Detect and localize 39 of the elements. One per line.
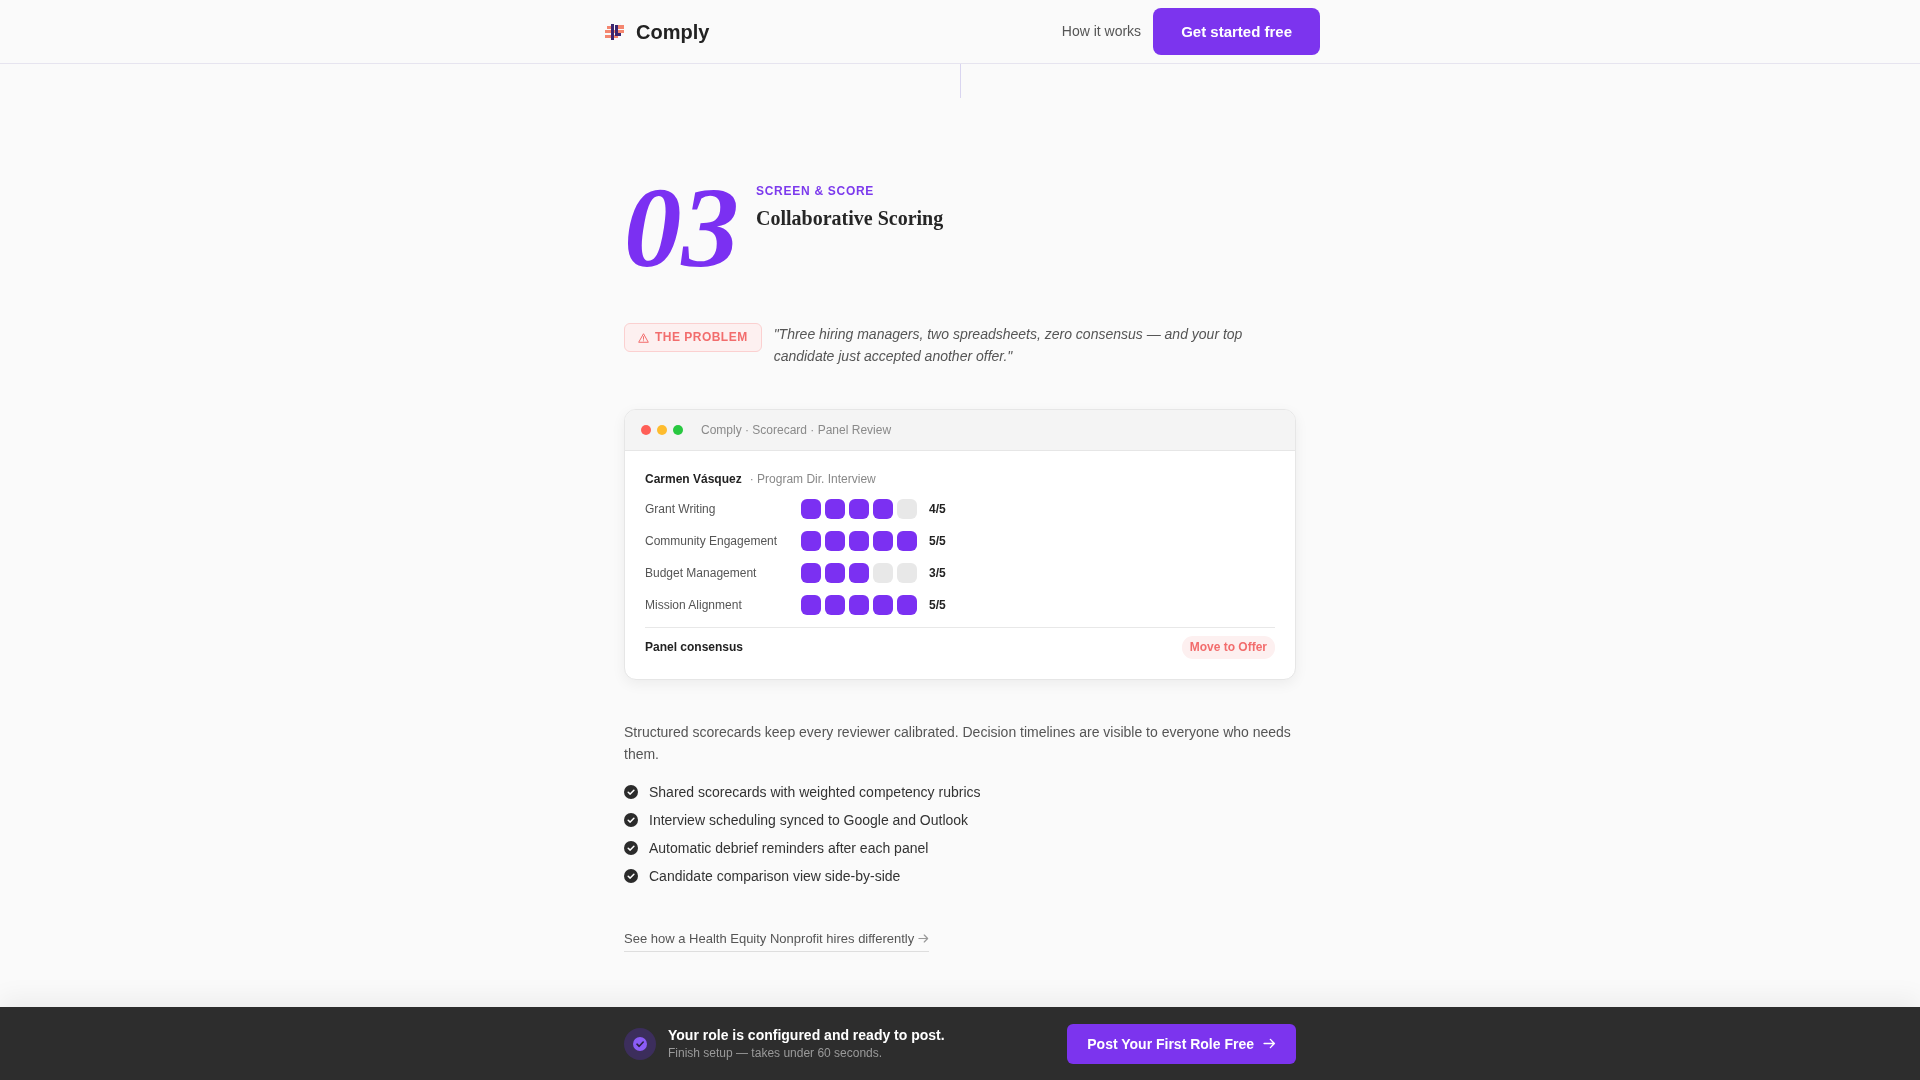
logo-icon: [605, 23, 624, 40]
step-number: 03: [624, 170, 739, 285]
criterion-label: Mission Alignment: [645, 597, 743, 613]
feature-text: Shared scorecards with weighted competency rubrics: [649, 783, 981, 802]
criterion-label: Budget Management: [645, 565, 758, 581]
window-title: Comply · Scorecard · Panel Review: [701, 422, 892, 438]
interview-stage: · Program Dir. Interview: [749, 471, 876, 487]
candidate-name: Carmen Vásquez: [645, 471, 742, 487]
feature-text: Candidate comparison view side-by-side: [649, 867, 901, 886]
check-icon: [624, 813, 638, 827]
brand-name: Comply: [636, 19, 710, 44]
score-text: 5/5: [929, 597, 946, 613]
score-text: 4/5: [929, 501, 946, 517]
description-text: Structured scorecards keep every reviewer calibrated. Decision timelines are visible to everyone who needs them.: [624, 723, 1292, 764]
setup-subtitle: Finish setup — takes under 60 seconds.: [668, 1045, 883, 1061]
arrow-icon: [918, 933, 930, 944]
setup-title: Your role is configured and ready to post.: [668, 1026, 945, 1044]
check-icon: [624, 869, 638, 883]
check-icon: [624, 785, 638, 799]
feature-text: Automatic debrief reminders after each panel: [649, 839, 929, 858]
criterion-label: Community Engagement: [645, 533, 779, 549]
step-title: Collaborative Scoring: [756, 206, 944, 231]
check-badge-icon: [624, 1027, 656, 1060]
consensus-label: Panel consensus: [645, 640, 744, 655]
post-role-button[interactable]: Post Your First Role Free: [1067, 1023, 1296, 1064]
get-started-button[interactable]: Get started free: [1153, 8, 1320, 55]
problem-quote: "Three hiring managers, two spreadsheets, zero consensus — and your top candidate just accepted another offer.": [773, 325, 1244, 366]
arrow-icon: [1263, 1037, 1276, 1050]
nav-link[interactable]: How it works: [1061, 23, 1142, 40]
score-text: 5/5: [929, 533, 946, 549]
check-icon: [624, 841, 638, 855]
feature-text: Interview scheduling synced to Google and Outlook: [649, 811, 969, 830]
problem-label: THE PROBLEM: [655, 330, 748, 345]
step-kicker: SCREEN & SCORE: [756, 183, 875, 199]
score-text: 3/5: [929, 565, 946, 581]
consensus-badge: Move to Offer: [1181, 636, 1275, 659]
criterion-label: Grant Writing: [645, 501, 717, 517]
case-study-link[interactable]: See how a Health Equity Nonprofit hires differently: [624, 930, 930, 952]
warning-icon: [638, 332, 649, 343]
